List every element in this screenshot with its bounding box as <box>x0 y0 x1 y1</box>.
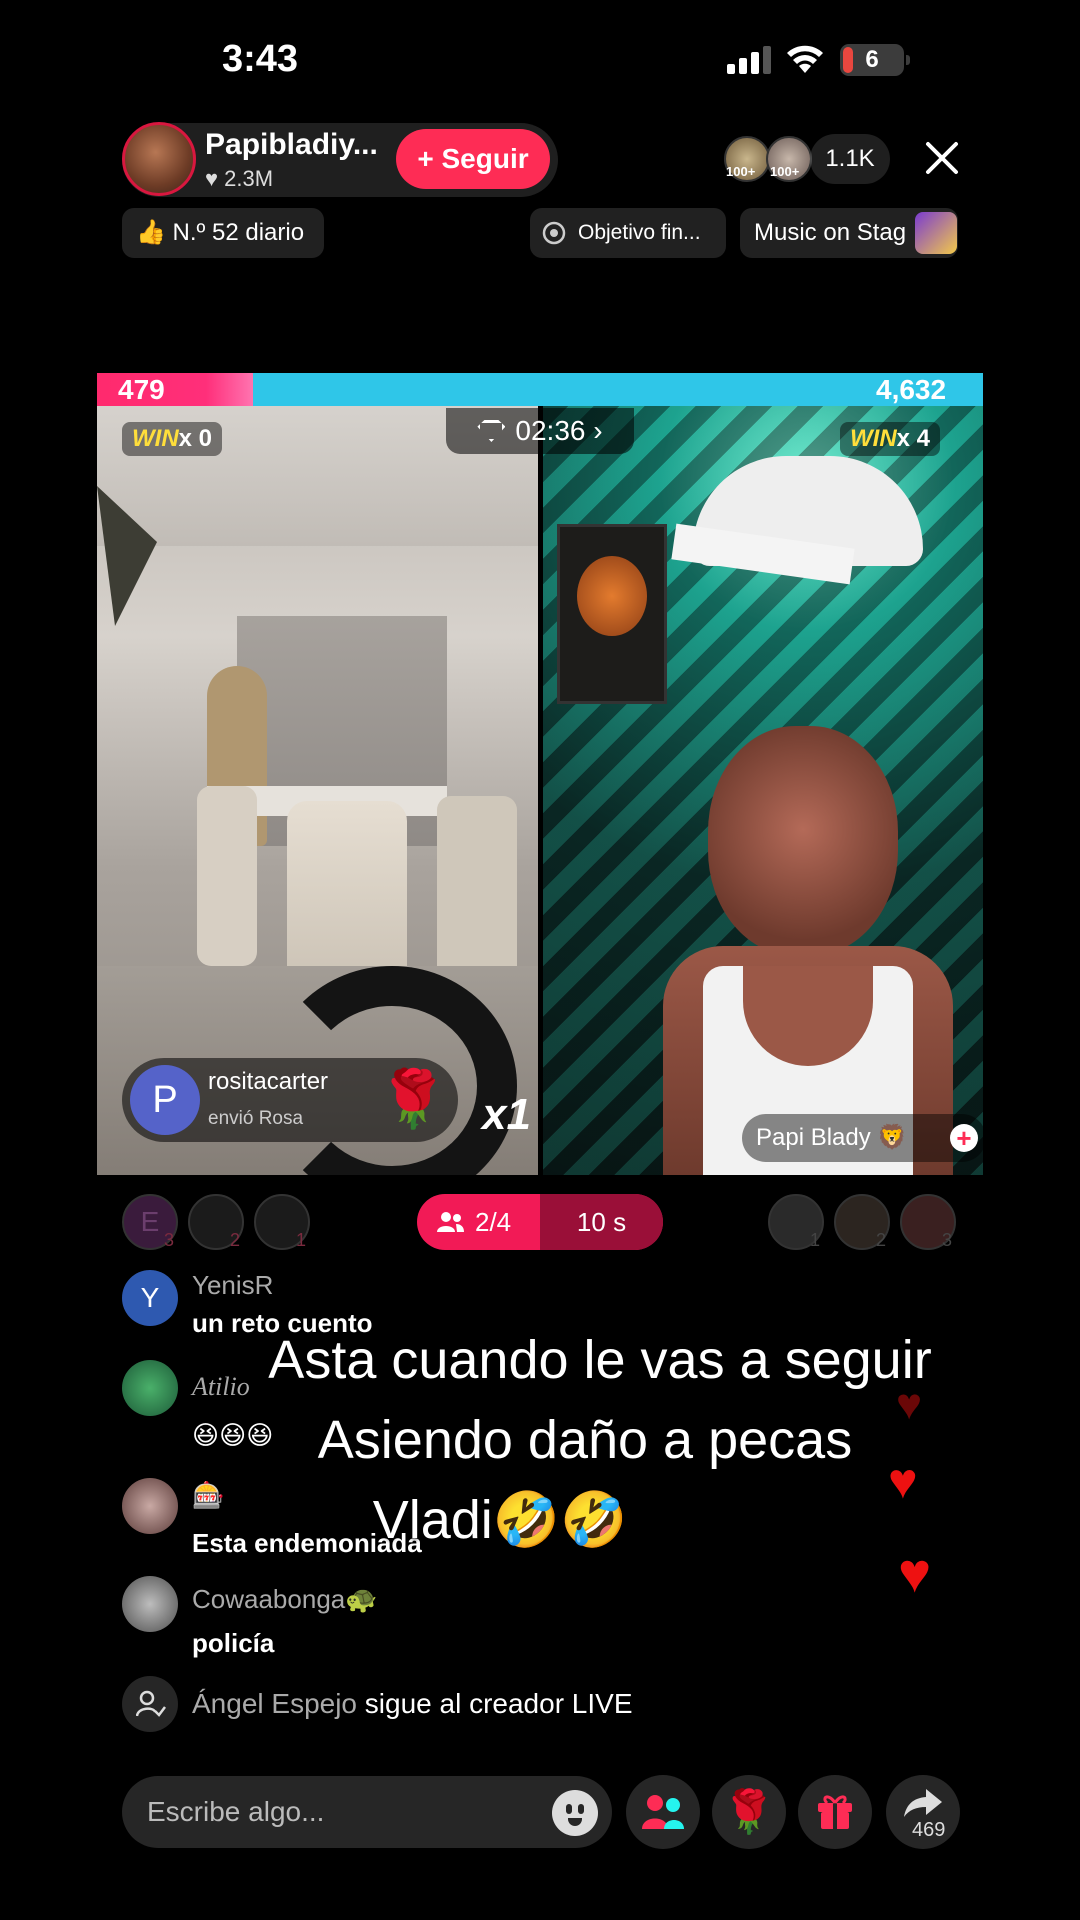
guest-avatar-letter: E <box>140 1206 160 1237</box>
battery-level: 6 <box>865 46 879 73</box>
close-icon[interactable] <box>920 136 964 180</box>
viewer-count[interactable]: 1.1K <box>810 134 890 184</box>
guest-timer: 10 s <box>540 1194 663 1250</box>
guest-rank: 1 <box>810 1230 821 1250</box>
wifi-icon <box>787 45 823 73</box>
emoji-icon[interactable] <box>552 1790 598 1836</box>
heart-icon: ♥ <box>898 1541 932 1604</box>
gift-sender-name: rositacarter <box>208 1068 329 1095</box>
comment-username[interactable]: YenisR <box>192 1270 273 1301</box>
people-icon <box>437 1212 464 1232</box>
live-screen: 3:43 6 Papibladiy... ♥ 2.3M + Seguir 100… <box>0 0 1080 1920</box>
comment-username[interactable]: Cowaabonga🐢 <box>192 1584 378 1615</box>
follow-event-user[interactable]: Ángel Espejo <box>192 1688 357 1719</box>
battle-score-right: 4,632 <box>876 374 947 405</box>
guest-slots: 2/4 <box>475 1207 512 1237</box>
guest-slots-button[interactable]: 2/4 10 s <box>417 1194 663 1250</box>
user-check-icon <box>136 1690 166 1717</box>
right-battle-video[interactable] <box>543 406 983 1175</box>
cellular-signal-icon <box>727 46 771 74</box>
diamond-icon <box>477 420 506 442</box>
follow-button[interactable]: + Seguir <box>396 129 550 189</box>
rose-gift-button[interactable]: 🌹 <box>712 1775 786 1849</box>
comment-input[interactable]: Escribe algo... <box>122 1776 612 1848</box>
target-icon <box>542 221 566 245</box>
chevron-right-icon: › <box>585 415 603 446</box>
rose-gift-icon: 🌹 <box>378 1067 448 1130</box>
status-time: 3:43 <box>222 38 299 80</box>
multi-guest-button[interactable] <box>626 1775 700 1849</box>
heart-icon: ♥ <box>896 1380 923 1429</box>
right-win-count: x 4 <box>896 425 931 452</box>
battery-indicator: 6 <box>840 44 910 76</box>
win-label: WIN <box>850 425 897 452</box>
objective-label: Objetivo fin... <box>578 221 701 244</box>
caption-line: Vladi🤣🤣 <box>372 1490 628 1550</box>
share-button[interactable]: 469 <box>886 1775 960 1849</box>
follow-event-icon-wrap <box>122 1676 178 1732</box>
host-likes: ♥ 2.3M <box>205 166 274 191</box>
top-viewer-badge: 100+ <box>726 164 756 179</box>
battle-timer-value: 02:36 <box>515 415 586 446</box>
guest-rank: 3 <box>164 1230 175 1250</box>
add-icon[interactable]: + <box>950 1124 978 1152</box>
follow-event: Ángel Espejo sigue al creador LIVE <box>192 1688 633 1720</box>
comment-text: policía <box>192 1628 275 1658</box>
left-win-count: x 0 <box>178 425 213 452</box>
right-win-counter: WINx 4 <box>840 422 941 456</box>
heart-icon: ♥ <box>888 1453 918 1509</box>
guest-rank: 2 <box>230 1230 241 1250</box>
opponent-name-tag[interactable]: Papi Blady 🦁 + <box>742 1114 986 1162</box>
opponent-name: Papi Blady 🦁 <box>756 1124 908 1151</box>
share-count: 469 <box>912 1819 946 1841</box>
battle-score-left: 479 <box>118 374 165 405</box>
comment-avatar[interactable]: Y <box>122 1270 178 1326</box>
share-arrow-icon <box>904 1789 942 1817</box>
gift-multiplier: x1 <box>482 1090 531 1139</box>
follow-event-text: sigue al creador LIVE <box>364 1688 633 1719</box>
gift-icon <box>818 1795 852 1829</box>
people-icon <box>642 1795 684 1829</box>
battle-timer[interactable]: 02:36 › <box>446 408 634 454</box>
gift-action: envió Rosa <box>208 1108 304 1129</box>
objective-badge[interactable]: Objetivo fin... <box>530 208 726 258</box>
guest-rank: 3 <box>942 1230 953 1250</box>
guest-rank: 2 <box>876 1230 887 1250</box>
left-win-counter: WINx 0 <box>122 422 223 456</box>
battle-divider <box>538 406 543 1175</box>
host-avatar[interactable] <box>122 122 196 196</box>
gift-sender-avatar: P <box>130 1065 200 1135</box>
host-name: Papibladiy... <box>205 128 378 161</box>
top-viewer-badge: 100+ <box>770 164 800 179</box>
win-label: WIN <box>132 425 179 452</box>
comment-avatar[interactable] <box>122 1576 178 1632</box>
gift-button[interactable] <box>798 1775 872 1849</box>
music-stage-icon <box>915 212 957 254</box>
daily-rank-badge[interactable]: 👍 N.º 52 diario <box>122 208 324 258</box>
guest-rank: 1 <box>296 1230 307 1250</box>
